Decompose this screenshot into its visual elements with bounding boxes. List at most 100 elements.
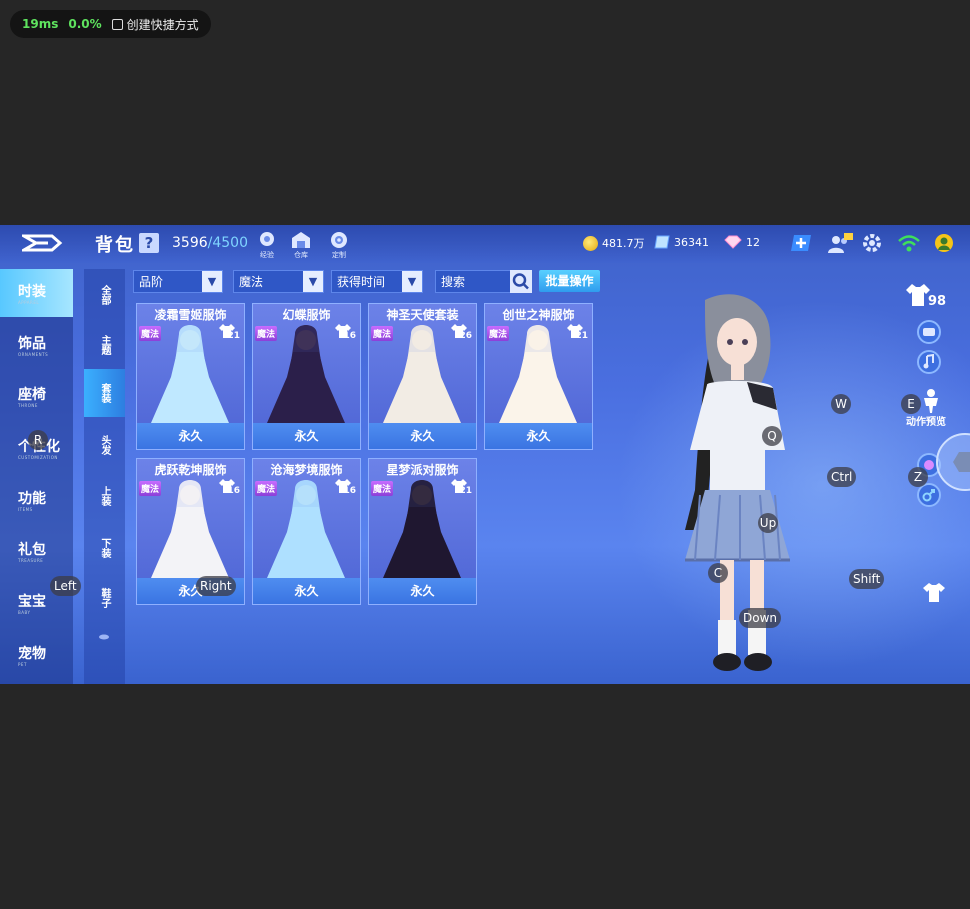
warehouse-icon — [292, 232, 310, 248]
sidebar-label: 礼包 — [18, 542, 46, 558]
customize-icon — [331, 232, 347, 248]
add-currency-icon[interactable] — [790, 233, 812, 253]
item-name: 星梦派对服饰 — [386, 463, 459, 477]
gold-amount: 481.7万 — [602, 237, 645, 250]
chevron-down-icon: ▼ — [202, 271, 222, 292]
tab-top[interactable]: 上装 — [84, 472, 125, 520]
item-level: 16 — [227, 486, 240, 496]
tab-suit[interactable]: 套装 — [84, 369, 125, 417]
diamond-amount: 12 — [746, 235, 760, 249]
type-dropdown-value: 魔法 — [239, 275, 264, 289]
ticket-amount: 36341 — [674, 235, 709, 249]
experience-button[interactable]: 经验 — [254, 230, 280, 260]
search-input[interactable]: 搜索 — [435, 270, 511, 293]
settings-gear-icon[interactable] — [862, 233, 882, 253]
tab-theme[interactable]: 主题 — [84, 321, 125, 369]
key-hint-shift: Shift — [849, 569, 885, 589]
chevron-down-icon: ▼ — [303, 271, 323, 292]
game-viewport[interactable]: 背包 ? 3596/4500 经验 仓库 定制 481.7万 36341 12 — [0, 225, 970, 684]
level-badge: 26 — [450, 323, 472, 343]
customize-button[interactable]: 定制 — [326, 230, 352, 260]
ticket-icon — [654, 235, 670, 249]
sidebar-sublabel: TREASURE — [18, 558, 44, 563]
item-card[interactable]: 星梦派对服饰 魔法 21 永久 — [368, 458, 477, 605]
search-placeholder: 搜索 — [441, 275, 466, 289]
warehouse-label: 仓库 — [294, 251, 308, 259]
item-duration: 永久 — [137, 423, 244, 449]
experience-label: 经验 — [260, 251, 274, 259]
tab-label: 头发 — [99, 435, 110, 455]
magic-tag: 魔法 — [139, 481, 162, 496]
item-card[interactable]: 幻蝶服饰 魔法 16 永久 — [252, 303, 361, 450]
music-button[interactable] — [917, 350, 941, 374]
sidebar-label: 饰品 — [18, 336, 46, 352]
magic-tag: 魔法 — [371, 326, 394, 341]
tab-all[interactable]: 全部 — [84, 271, 125, 319]
level-badge: 16 — [218, 478, 240, 498]
sidebar-item-ornaments[interactable]: 饰品 ORNAMENTS — [0, 321, 73, 369]
experience-icon — [260, 232, 274, 246]
shortcut-icon — [111, 18, 123, 30]
music-note-icon — [923, 353, 934, 369]
category-sidebar: 时装APPAREL 饰品ORNAMENTS 座椅THRONE 个性化CUSTOM… — [0, 269, 73, 684]
batch-operation-button[interactable]: 批量操作 — [539, 270, 600, 292]
sidebar-item-items[interactable]: 功能 ITEMS — [0, 476, 73, 524]
magic-tag: 魔法 — [255, 326, 278, 341]
item-level: 26 — [459, 331, 472, 341]
sidebar-item-treasure[interactable]: 礼包 TREASURE — [0, 527, 73, 575]
grade-dropdown[interactable]: 品阶 ▼ — [133, 270, 223, 293]
item-card[interactable]: 神圣天使套装 魔法 26 永久 — [368, 303, 477, 450]
grade-dropdown-value: 品阶 — [139, 275, 164, 289]
sidebar-sublabel: THRONE — [18, 403, 38, 408]
tab-hair[interactable]: 头发 — [84, 421, 125, 469]
latency-text: 19ms — [22, 17, 59, 31]
item-name: 虎跃乾坤服饰 — [154, 463, 227, 477]
wardrobe-button[interactable]: 98 — [904, 282, 954, 312]
gold-coin-icon — [583, 235, 598, 251]
item-level: 21 — [227, 331, 240, 341]
item-card[interactable]: 创世之神服饰 魔法 21 永久 — [484, 303, 593, 450]
item-name: 神圣天使套装 — [386, 308, 459, 322]
tab-label: 下装 — [99, 538, 110, 558]
level-badge: 21 — [218, 323, 240, 343]
help-button[interactable]: ? — [139, 233, 159, 253]
item-level: 16 — [343, 486, 356, 496]
tab-label: 主题 — [99, 335, 110, 355]
item-level: 16 — [343, 331, 356, 341]
top-bar: 背包 ? 3596/4500 经验 仓库 定制 481.7万 36341 12 — [0, 225, 970, 263]
tab-bottom[interactable]: 下装 — [84, 524, 125, 572]
sort-dropdown[interactable]: 获得时间 ▼ — [331, 270, 423, 293]
friends-icon[interactable] — [827, 233, 853, 255]
more-tabs-icon[interactable] — [98, 633, 110, 641]
sidebar-item-throne[interactable]: 座椅 THRONE — [0, 372, 73, 420]
key-hint-right: Right — [196, 576, 236, 596]
joystick-control[interactable] — [935, 432, 970, 492]
warehouse-button[interactable]: 仓库 — [288, 230, 314, 260]
item-card[interactable]: 沧海梦境服饰 魔法 16 永久 — [252, 458, 361, 605]
sidebar-item-pet[interactable]: 宠物 PET — [0, 631, 73, 679]
type-dropdown[interactable]: 魔法 ▼ — [233, 270, 324, 293]
tab-label: 上装 — [99, 486, 110, 506]
photo-mode-button[interactable] — [917, 320, 941, 344]
tab-shoes[interactable]: 鞋子 — [84, 574, 125, 622]
create-shortcut-button[interactable]: 创建快捷方式 — [111, 16, 199, 33]
key-hint-c: C — [708, 563, 728, 583]
outfit-shirt-icon[interactable] — [922, 581, 946, 603]
level-badge: 16 — [334, 478, 356, 498]
item-level: 21 — [459, 486, 472, 496]
item-card[interactable]: 凌霜雪姬服饰 魔法 21 永久 — [136, 303, 245, 450]
key-hint-r: R — [28, 430, 48, 450]
sidebar-item-apparel[interactable]: 时装 APPAREL — [0, 269, 73, 317]
magic-tag: 魔法 — [487, 326, 510, 341]
item-duration: 永久 — [253, 423, 360, 449]
search-button[interactable] — [510, 270, 532, 293]
sidebar-sublabel: BABY — [18, 610, 31, 615]
magic-tag: 魔法 — [371, 481, 394, 496]
player-avatar-icon[interactable] — [934, 233, 954, 253]
key-hint-e: E — [901, 394, 921, 414]
level-badge: 16 — [334, 323, 356, 343]
magic-tag: 魔法 — [139, 326, 162, 341]
key-hint-up: Up — [758, 513, 778, 533]
wardrobe-count: 98 — [928, 294, 947, 309]
performance-overlay: 19ms 0.0% 创建快捷方式 — [10, 10, 211, 38]
